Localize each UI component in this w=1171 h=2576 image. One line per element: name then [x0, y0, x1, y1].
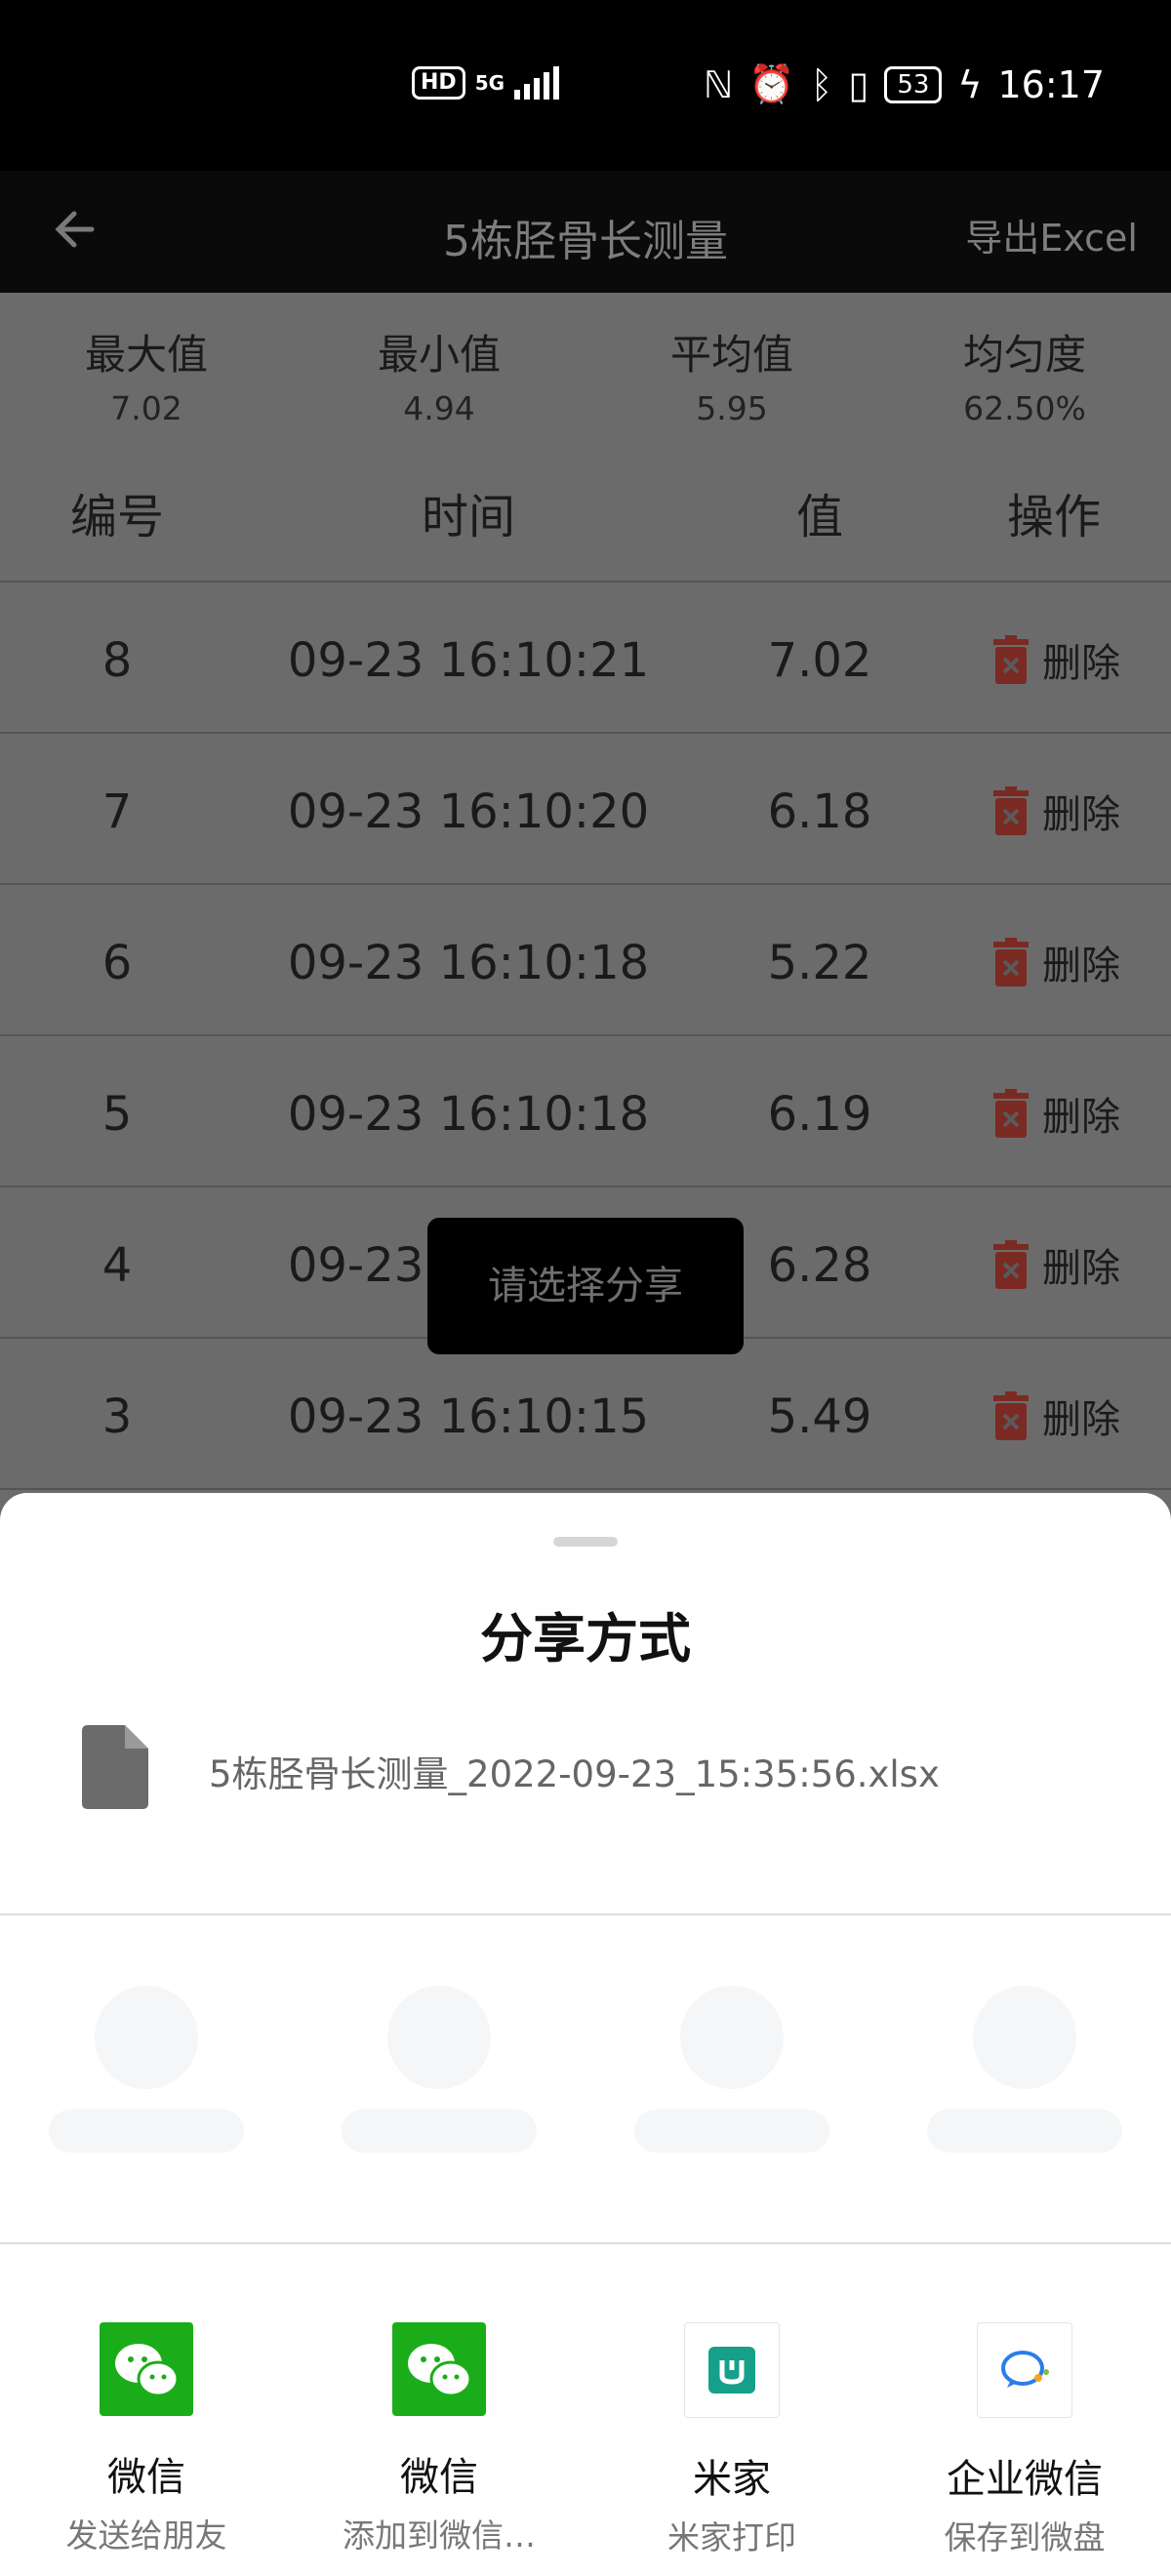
delete-label: 删除: [1042, 1095, 1120, 1140]
vibrate-icon: ▯: [848, 62, 869, 106]
mijia-icon: [684, 2322, 780, 2418]
row-value: 7.02: [767, 633, 872, 688]
header-number: 编号: [69, 490, 164, 544]
trash-icon: [993, 635, 1029, 684]
delete-label: 删除: [1042, 1397, 1120, 1442]
clock: 16:17: [997, 62, 1105, 106]
trash-icon: [993, 1391, 1029, 1440]
row-number: 5: [101, 1087, 133, 1142]
share-target-wecom[interactable]: 企业微信 保存到微盘: [878, 2322, 1171, 2558]
drag-handle[interactable]: [553, 1537, 618, 1547]
share-sheet: 分享方式 5栋胫骨长测量_2022-09-23_15:35:56.xlsx 微信…: [0, 1493, 1171, 2576]
table-row: 7 09-23 16:10:20 6.18 删除: [0, 734, 1171, 885]
row-number: 3: [101, 1389, 133, 1444]
trash-icon: [993, 938, 1029, 986]
row-time: 09-23 16:10:18: [287, 1087, 650, 1142]
delete-button[interactable]: 删除: [991, 1085, 1120, 1142]
file-name: 5栋胫骨长测量_2022-09-23_15:35:56.xlsx: [209, 1753, 940, 1795]
stat-label: 最小值: [377, 331, 501, 379]
stat-avg: 平均值 5.95: [586, 322, 878, 427]
divider: [0, 1913, 1171, 1915]
stat-value: 7.02: [110, 389, 182, 427]
app-name: 微信: [107, 2455, 185, 2500]
wecom-icon: [977, 2322, 1072, 2418]
row-time: 09-23 16:10:21: [287, 633, 650, 688]
stat-max: 最大值 7.02: [0, 322, 293, 427]
row-value: 6.19: [767, 1087, 872, 1142]
row-time: 09-23 16:10:15: [287, 1389, 650, 1444]
table-header: 编号 时间 值 操作: [0, 439, 1171, 583]
table-row: 3 09-23 16:10:15 5.49 删除: [0, 1339, 1171, 1490]
toast-message: 请选择分享: [427, 1218, 744, 1354]
row-time: 09-23 16:10:20: [287, 785, 650, 839]
file-icon: [82, 1725, 148, 1809]
divider: [0, 2242, 1171, 2244]
stat-uniformity: 均匀度 62.50%: [878, 322, 1171, 427]
charging-icon: ϟ: [957, 62, 983, 106]
trash-icon: [993, 1240, 1029, 1289]
app-subtitle: 添加到微信…: [343, 2516, 536, 2555]
stat-min: 最小值 4.94: [293, 322, 586, 427]
stat-value: 62.50%: [963, 389, 1086, 427]
signal-icon: [514, 66, 560, 100]
delete-label: 删除: [1042, 792, 1120, 837]
export-excel-button[interactable]: 导出Excel: [965, 208, 1138, 262]
header-value: 值: [795, 490, 843, 544]
delete-label: 删除: [1042, 1246, 1120, 1291]
stat-value: 4.94: [403, 389, 475, 427]
share-target-mijia[interactable]: 米家 米家打印: [586, 2322, 878, 2558]
row-value: 6.18: [767, 785, 872, 839]
stats-summary: 最大值 7.02 最小值 4.94 平均值 5.95 均匀度 62.50%: [0, 293, 1171, 439]
delete-button[interactable]: 删除: [991, 934, 1120, 990]
app-subtitle: 发送给朋友: [65, 2516, 227, 2555]
app-name: 米家: [693, 2457, 771, 2502]
table-row: 5 09-23 16:10:18 6.19 删除: [0, 1036, 1171, 1187]
row-number: 4: [101, 1238, 133, 1293]
row-number: 6: [101, 936, 133, 990]
trash-icon: [993, 1089, 1029, 1138]
status-left: HD 5G: [412, 66, 560, 100]
sheet-title: 分享方式: [480, 1608, 691, 1670]
app-bar: 5栋胫骨长测量 导出Excel: [0, 171, 1171, 293]
stat-label: 最大值: [84, 331, 208, 379]
wechat-icon: [392, 2322, 486, 2416]
header-time: 时间: [421, 490, 515, 544]
app-name: 企业微信: [947, 2457, 1103, 2502]
delete-button[interactable]: 删除: [991, 631, 1120, 688]
header-action: 操作: [1006, 490, 1101, 544]
hd-badge: HD: [412, 66, 465, 100]
table-row: 6 09-23 16:10:18 5.22 删除: [0, 885, 1171, 1036]
delete-label: 删除: [1042, 641, 1120, 686]
trash-icon: [993, 786, 1029, 835]
nfc-icon: ℕ: [703, 62, 734, 106]
app-subtitle: 米家打印: [667, 2518, 796, 2556]
wechat-icon: [100, 2322, 193, 2416]
table-row: 8 09-23 16:10:21 7.02 删除: [0, 583, 1171, 734]
delete-button[interactable]: 删除: [991, 1388, 1120, 1444]
share-target-wechat-friend[interactable]: 微信 发送给朋友: [0, 2322, 293, 2556]
status-bar: HD 5G ℕ ⏰ ᛒ ▯ 53 ϟ 16:17: [0, 0, 1171, 171]
delete-label: 删除: [1042, 944, 1120, 988]
stat-label: 均匀度: [962, 331, 1086, 379]
stat-label: 平均值: [669, 331, 793, 379]
row-number: 8: [101, 633, 133, 688]
network-label: 5G: [474, 71, 505, 95]
row-value: 6.28: [767, 1238, 872, 1293]
app-subtitle: 保存到微盘: [944, 2518, 1106, 2556]
row-number: 7: [101, 785, 133, 839]
share-target-wechat-favorite[interactable]: 微信 添加到微信…: [293, 2322, 586, 2556]
stat-value: 5.95: [696, 389, 768, 427]
bluetooth-icon: ᛒ: [810, 62, 833, 106]
row-value: 5.22: [767, 936, 872, 990]
row-time: 09-23 16:10:18: [287, 936, 650, 990]
row-value: 5.49: [767, 1389, 872, 1444]
delete-button[interactable]: 删除: [991, 1236, 1120, 1293]
app-name: 微信: [400, 2455, 478, 2500]
alarm-icon: ⏰: [748, 62, 795, 105]
delete-button[interactable]: 删除: [991, 783, 1120, 839]
battery-icon: 53: [884, 65, 943, 103]
status-right: ℕ ⏰ ᛒ ▯ 53 ϟ 16:17: [704, 62, 1105, 106]
